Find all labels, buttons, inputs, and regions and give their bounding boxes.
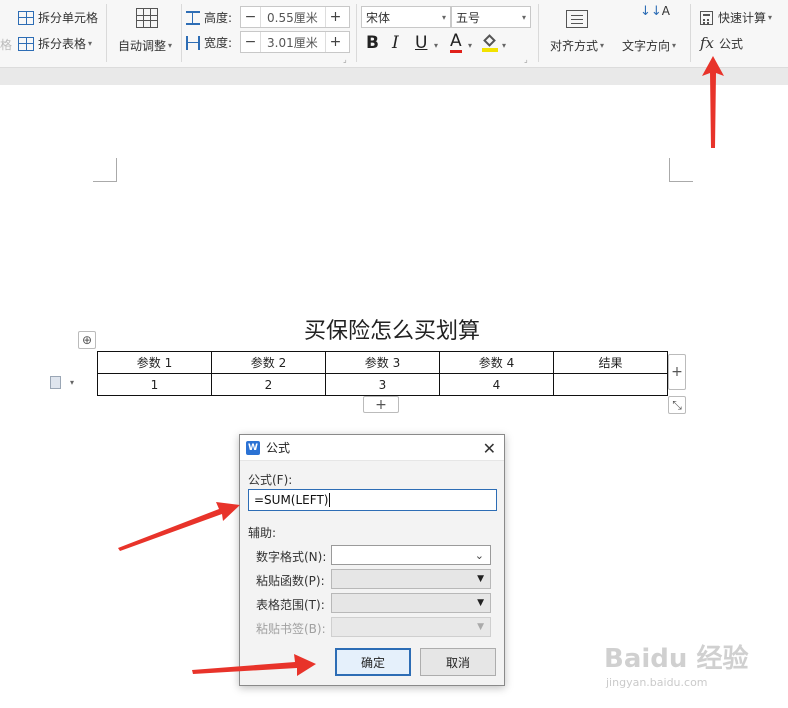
page-gap xyxy=(0,68,788,85)
chevron-down-icon: ⌄ xyxy=(474,548,484,562)
auto-adjust-button[interactable]: 自动调整 ▾ xyxy=(118,37,172,54)
highlight-icon[interactable] xyxy=(482,34,498,52)
dropdown-caret-icon: ▾ xyxy=(768,13,773,22)
quick-calc-button[interactable]: 快速计算 ▾ xyxy=(700,9,772,26)
row-height-spinner[interactable]: − 0.55厘米 + xyxy=(240,6,350,28)
text-direction-icon[interactable]: ↓↓A xyxy=(640,5,670,18)
fx-icon: fx xyxy=(700,34,715,52)
font-dialog-launcher-icon[interactable]: ⌟ xyxy=(524,55,528,64)
font-name-select[interactable]: 宋体 ▾ xyxy=(361,6,451,28)
table-move-handle[interactable]: ⊕ xyxy=(78,331,96,349)
paste-function-select[interactable]: ▼ xyxy=(331,569,491,589)
paragraph-dropdown-icon[interactable]: ▾ xyxy=(70,378,74,387)
table-cell[interactable]: 2 xyxy=(211,373,326,396)
width-increase-button[interactable]: + xyxy=(325,32,345,52)
add-column-button[interactable]: + xyxy=(668,354,686,390)
paste-function-label: 粘贴函数(P): xyxy=(256,574,325,588)
column-width-spinner[interactable]: − 3.01厘米 + xyxy=(240,31,350,53)
italic-button[interactable]: I xyxy=(392,33,399,53)
text-cursor xyxy=(329,493,331,507)
formula-dialog: W 公式 ✕ 公式(F): =SUM(LEFT) 辅助: 数字格式(N): ⌄ … xyxy=(239,434,505,686)
table-range-select[interactable]: ▼ xyxy=(331,593,491,613)
table-cell[interactable] xyxy=(553,373,668,396)
split-table-button[interactable]: 拆分表格 ▾ xyxy=(18,35,92,52)
document-title[interactable]: 买保险怎么买划算 xyxy=(0,313,788,345)
align-icon[interactable] xyxy=(566,10,588,28)
dialog-title-bar[interactable]: W 公式 ✕ xyxy=(240,435,504,461)
row-height-label: 高度: xyxy=(186,9,232,26)
table-cell[interactable]: 参数 4 xyxy=(439,351,554,374)
chevron-down-icon: ▾ xyxy=(441,12,446,22)
formula-label: 公式(F): xyxy=(248,473,293,487)
dropdown-caret-icon: ▾ xyxy=(600,41,605,50)
paste-bookmark-label: 粘贴书签(B): xyxy=(256,622,326,636)
font-color-dropdown-icon[interactable]: ▾ xyxy=(468,41,472,50)
dropdown-arrow-icon: ▼ xyxy=(477,598,484,608)
paragraph-icon[interactable] xyxy=(50,376,61,389)
height-decrease-button[interactable]: − xyxy=(241,7,261,27)
arrow-to-formula-input xyxy=(118,502,240,551)
dropdown-caret-icon: ▾ xyxy=(672,41,677,50)
dropdown-arrow-icon: ▼ xyxy=(477,622,484,632)
table-cell[interactable]: 结果 xyxy=(553,351,668,374)
underline-dropdown-icon[interactable]: ▾ xyxy=(434,41,438,50)
ok-button[interactable]: 确定 xyxy=(335,648,411,676)
formula-button[interactable]: fx 公式 xyxy=(700,34,743,52)
cancel-button[interactable]: 取消 xyxy=(420,648,496,676)
table-cell[interactable]: 1 xyxy=(97,373,212,396)
align-button[interactable]: 对齐方式 ▾ xyxy=(550,37,604,54)
table-cell[interactable]: 参数 3 xyxy=(325,351,440,374)
column-width-icon xyxy=(186,35,200,50)
number-format-select[interactable]: ⌄ xyxy=(331,545,491,565)
highlight-dropdown-icon[interactable]: ▾ xyxy=(502,41,506,50)
split-cell-button[interactable]: 拆分单元格 xyxy=(18,9,98,26)
row-height-icon xyxy=(186,10,200,25)
add-row-button[interactable]: + xyxy=(363,396,399,413)
height-increase-button[interactable]: + xyxy=(325,7,345,27)
split-cell-icon xyxy=(18,10,34,25)
baidu-watermark-url: jingyan.baidu.com xyxy=(606,676,708,689)
table-cell[interactable]: 4 xyxy=(439,373,554,396)
data-table: 参数 1 参数 2 参数 3 参数 4 结果 1 2 3 4 xyxy=(97,351,668,396)
table-cell[interactable]: 3 xyxy=(325,373,440,396)
column-width-value[interactable]: 3.01厘米 xyxy=(261,34,325,51)
width-decrease-button[interactable]: − xyxy=(241,32,261,52)
row-height-value[interactable]: 0.55厘米 xyxy=(261,9,325,26)
bold-button[interactable]: B xyxy=(366,33,379,53)
close-icon[interactable]: ✕ xyxy=(483,439,496,458)
formula-input[interactable]: =SUM(LEFT) xyxy=(248,489,497,511)
number-format-label: 数字格式(N): xyxy=(256,550,327,564)
assist-label: 辅助: xyxy=(248,526,277,540)
table-cell[interactable]: 参数 1 xyxy=(97,351,212,374)
page-corner-mark xyxy=(669,158,693,182)
baidu-watermark: Baidu 经验 xyxy=(604,644,749,674)
font-color-button[interactable]: A xyxy=(450,32,462,53)
calculator-icon xyxy=(700,10,713,25)
paste-bookmark-select: ▼ xyxy=(331,617,491,637)
page-corner-mark xyxy=(93,158,117,182)
dropdown-caret-icon: ▾ xyxy=(168,41,173,50)
column-width-label: 宽度: xyxy=(186,34,232,51)
table-resize-handle[interactable]: ⤡ xyxy=(668,396,686,414)
dialog-title: 公式 xyxy=(266,441,291,455)
text-direction-button[interactable]: 文字方向 ▾ xyxy=(622,37,676,54)
split-table-icon xyxy=(18,36,34,51)
ribbon-toolbar: 格 拆分单元格 拆分表格 ▾ 自动调整 ▾ 高度: − 0.55厘米 + 宽度: −… xyxy=(0,0,788,68)
truncated-label: 格 xyxy=(0,38,13,52)
table-range-label: 表格范围(T): xyxy=(256,598,325,612)
table-row: 1 2 3 4 xyxy=(97,373,668,396)
dialog-launcher-icon[interactable]: ⌟ xyxy=(343,55,347,64)
table-cell[interactable]: 参数 2 xyxy=(211,351,326,374)
chevron-down-icon: ▾ xyxy=(521,12,526,22)
font-size-select[interactable]: 五号 ▾ xyxy=(451,6,531,28)
auto-adjust-icon[interactable] xyxy=(136,8,158,28)
underline-button[interactable]: U xyxy=(415,33,427,53)
table-header-row: 参数 1 参数 2 参数 3 参数 4 结果 xyxy=(97,351,668,374)
resize-icon: ⤡ xyxy=(672,397,682,412)
dropdown-arrow-icon: ▼ xyxy=(477,574,484,584)
wps-logo-icon: W xyxy=(246,440,260,455)
dropdown-caret-icon: ▾ xyxy=(88,39,93,48)
